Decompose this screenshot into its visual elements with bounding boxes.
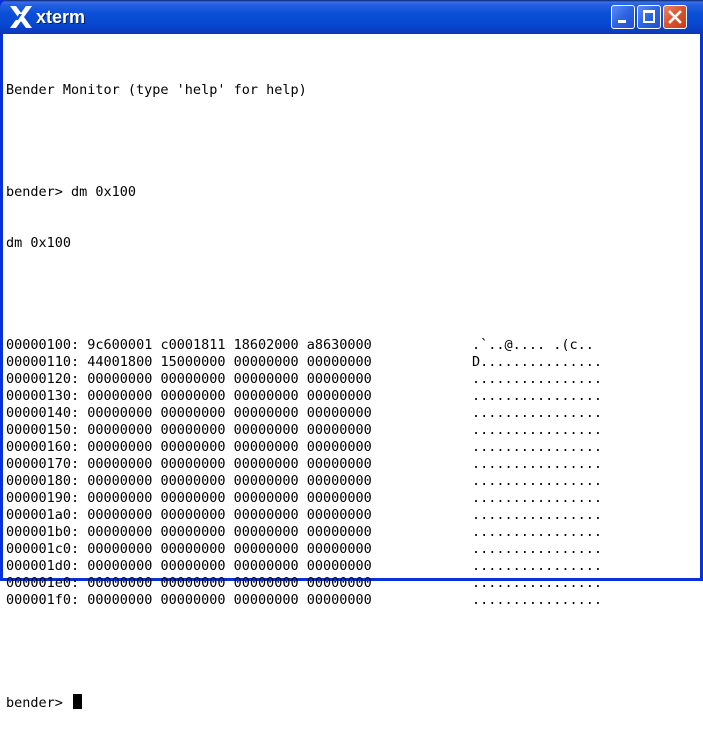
maximize-icon (643, 10, 655, 23)
dump-words: 00000000 00000000 00000000 00000000 (87, 422, 372, 438)
close-icon (668, 10, 682, 24)
dump-ascii: ................ (472, 422, 603, 438)
dump-row: 00000100: 9c600001 c0001811 18602000 a86… (6, 337, 594, 354)
dump-address: 00000190: (6, 490, 80, 506)
dump-words: 00000000 00000000 00000000 00000000 (87, 507, 372, 523)
dump-address: 000001c0: (6, 541, 80, 557)
dump-words: 00000000 00000000 00000000 00000000 (87, 592, 372, 608)
dump-row: 000001e0: 00000000 00000000 00000000 000… (6, 575, 602, 592)
memory-dump: 00000100: 9c600001 c0001811 18602000 a86… (6, 337, 602, 609)
dump-ascii: D............... (472, 354, 603, 370)
dump-row: 000001d0: 00000000 00000000 00000000 000… (6, 558, 602, 575)
dump-words: 00000000 00000000 00000000 00000000 (87, 541, 372, 557)
dump-address: 00000140: (6, 405, 80, 421)
dump-row: 00000140: 00000000 00000000 00000000 000… (6, 405, 602, 422)
dump-row: 000001c0: 00000000 00000000 00000000 000… (6, 541, 602, 558)
echo-line: dm 0x100 (6, 235, 72, 251)
dump-row: 00000160: 00000000 00000000 00000000 000… (6, 439, 602, 456)
dump-words: 44001800 15000000 00000000 00000000 (87, 354, 372, 370)
dump-ascii: ................ (472, 507, 603, 523)
dump-words: 00000000 00000000 00000000 00000000 (87, 371, 372, 387)
x-logo-icon (10, 6, 32, 28)
terminal-output: Bender Monitor (type 'help' for help) be… (6, 48, 602, 745)
dump-ascii: ................ (472, 490, 603, 506)
prompt-text: bender> (6, 695, 63, 711)
dump-words: 00000000 00000000 00000000 00000000 (87, 575, 372, 591)
window-title: xterm (36, 7, 86, 27)
dump-words: 9c600001 c0001811 18602000 a8630000 (87, 337, 372, 353)
command-line: bender> dm 0x100 (6, 184, 137, 200)
dump-address: 00000180: (6, 473, 80, 489)
dump-ascii: ................ (472, 456, 603, 472)
dump-address: 000001d0: (6, 558, 80, 574)
dump-address: 00000100: (6, 337, 80, 353)
dump-words: 00000000 00000000 00000000 00000000 (87, 490, 372, 506)
dump-row: 00000180: 00000000 00000000 00000000 000… (6, 473, 602, 490)
dump-address: 00000120: (6, 371, 80, 387)
dump-words: 00000000 00000000 00000000 00000000 (87, 558, 372, 574)
dump-ascii: ................ (472, 473, 603, 489)
xterm-window: xterm Bender Monitor (type 'help' for he… (0, 0, 703, 711)
dump-ascii: ................ (472, 558, 603, 574)
dump-ascii: ................ (472, 439, 603, 455)
dump-address: 000001a0: (6, 507, 80, 523)
dump-words: 00000000 00000000 00000000 00000000 (87, 405, 372, 421)
dump-row: 000001f0: 00000000 00000000 00000000 000… (6, 592, 602, 609)
dump-address: 00000170: (6, 456, 80, 472)
text-cursor (73, 694, 83, 709)
dump-ascii: ................ (472, 592, 603, 608)
dump-row: 00000190: 00000000 00000000 00000000 000… (6, 490, 602, 507)
dump-ascii: ................ (472, 371, 603, 387)
dump-ascii: ................ (472, 388, 603, 404)
prompt-line[interactable]: bender> (6, 694, 372, 711)
dump-address: 00000130: (6, 388, 80, 404)
dump-address: 000001b0: (6, 524, 80, 540)
dump-words: 00000000 00000000 00000000 00000000 (87, 524, 372, 540)
close-button[interactable] (663, 5, 687, 29)
title-bar[interactable]: xterm (0, 0, 703, 34)
dump-address: 000001e0: (6, 575, 80, 591)
dump-ascii: ................ (472, 524, 603, 540)
dump-words: 00000000 00000000 00000000 00000000 (87, 439, 372, 455)
dump-ascii: ................ (472, 541, 603, 557)
dump-row: 000001a0: 00000000 00000000 00000000 000… (6, 507, 602, 524)
dump-row: 00000170: 00000000 00000000 00000000 000… (6, 456, 602, 473)
dump-row: 00000150: 00000000 00000000 00000000 000… (6, 422, 602, 439)
dump-address: 00000110: (6, 354, 80, 370)
minimize-icon (618, 20, 626, 23)
banner-line: Bender Monitor (type 'help' for help) (6, 82, 307, 98)
terminal-area[interactable]: Bender Monitor (type 'help' for help) be… (3, 34, 700, 711)
dump-ascii: ................ (472, 405, 603, 421)
minimize-button[interactable] (611, 5, 635, 29)
dump-row: 00000110: 44001800 15000000 00000000 000… (6, 354, 602, 371)
dump-words: 00000000 00000000 00000000 00000000 (87, 473, 372, 489)
dump-ascii: .`..@.... .(c.. (472, 337, 594, 353)
maximize-button[interactable] (637, 5, 661, 29)
dump-address: 00000150: (6, 422, 80, 438)
dump-address: 00000160: (6, 439, 80, 455)
dump-words: 00000000 00000000 00000000 00000000 (87, 388, 372, 404)
dump-row: 000001b0: 00000000 00000000 00000000 000… (6, 524, 602, 541)
dump-words: 00000000 00000000 00000000 00000000 (87, 456, 372, 472)
dump-ascii: ................ (472, 575, 603, 591)
dump-row: 00000120: 00000000 00000000 00000000 000… (6, 371, 602, 388)
dump-address: 000001f0: (6, 592, 80, 608)
dump-row: 00000130: 00000000 00000000 00000000 000… (6, 388, 602, 405)
